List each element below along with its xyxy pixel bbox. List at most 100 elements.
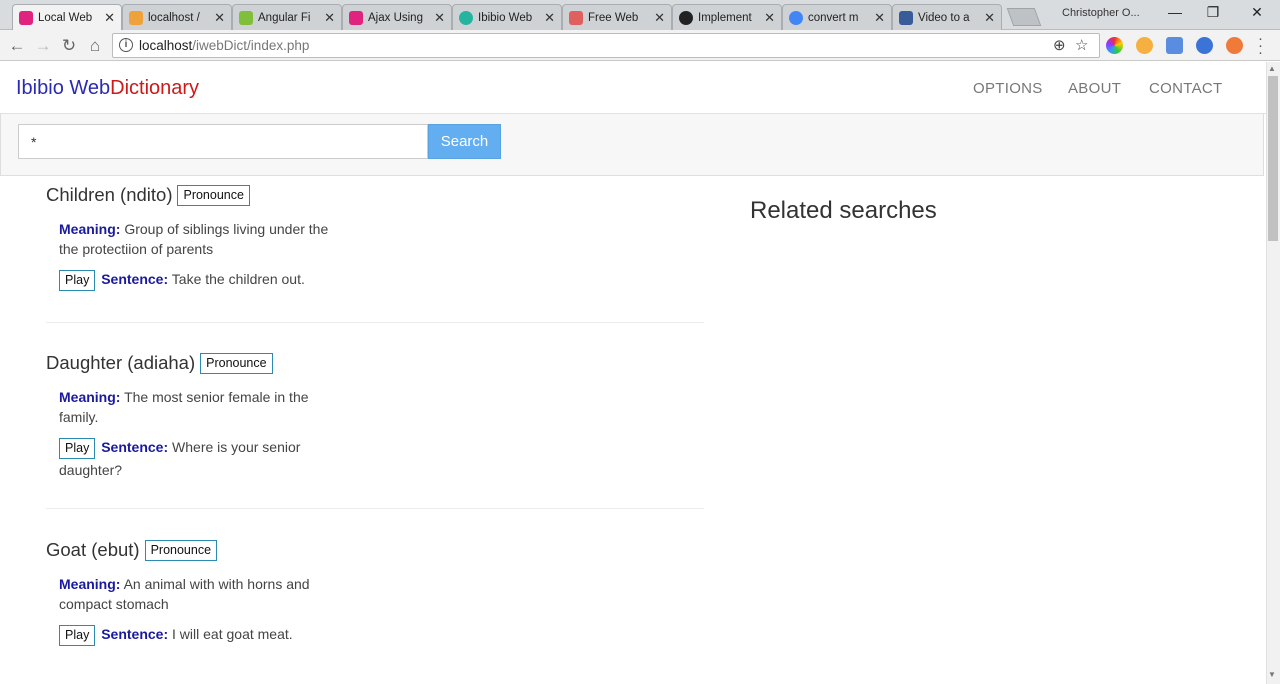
entry-word: Daughter (adiaha) — [46, 352, 196, 373]
tab-title: Video to a — [918, 11, 970, 24]
browser-tab[interactable]: Local Web ✕ — [12, 4, 122, 30]
browser-tabstrip: Local Web ✕ localhost / ✕ Angular Fi ✕ A… — [0, 0, 1280, 30]
browser-tab[interactable]: Free Web ✕ — [562, 4, 672, 30]
pronounce-button[interactable]: Pronounce — [144, 539, 218, 561]
close-icon[interactable]: ✕ — [214, 10, 225, 26]
brand-part1: Ibibio Web — [16, 77, 111, 99]
tab-favicon-icon — [239, 10, 253, 25]
web-page: Ibibio WebDictionary OPTIONS ABOUT CONTA… — [0, 62, 1266, 684]
home-icon[interactable]: ⌂ — [84, 35, 106, 57]
address-bar[interactable]: i localhost/iwebDict/index.php ⊕ ☆ — [112, 33, 1100, 58]
sentence-text: I will eat goat meat. — [172, 626, 293, 642]
tab-favicon-icon — [19, 10, 33, 25]
tab-favicon-icon — [459, 10, 473, 25]
tab-title: Implement — [698, 11, 752, 24]
sentence-text: Take the children out. — [171, 271, 305, 287]
browser-tab[interactable]: convert m ✕ — [782, 4, 892, 30]
entry-sentence: Play Sentence: Where is your senior daug… — [59, 436, 329, 481]
close-icon[interactable]: ✕ — [984, 10, 995, 26]
entry-heading: Children (ndito) Pronounce — [46, 184, 706, 206]
close-icon[interactable]: ✕ — [324, 10, 335, 26]
new-tab-button[interactable] — [1006, 8, 1042, 26]
tab-title: Free Web — [588, 11, 639, 24]
tools-extension-icon[interactable] — [1226, 37, 1243, 54]
tab-favicon-icon — [569, 10, 583, 25]
close-icon[interactable]: ✕ — [434, 10, 445, 26]
meaning-label: Meaning: — [59, 389, 121, 405]
meaning-label: Meaning: — [59, 221, 121, 237]
entry-sentence: Play Sentence: Take the children out. — [59, 268, 329, 291]
profile-name[interactable]: Christopher O... — [1062, 7, 1140, 19]
entry-meaning: Meaning: Group of siblings living under … — [59, 219, 349, 259]
close-icon[interactable]: ✕ — [104, 10, 115, 26]
reload-icon[interactable]: ↻ — [58, 35, 80, 57]
tab-title: Ibibio Web — [478, 11, 533, 24]
google-icon — [789, 10, 803, 25]
color-picker-extension-icon[interactable] — [1106, 37, 1123, 54]
back-icon[interactable]: ← — [6, 35, 28, 57]
browser-tab[interactable]: localhost / ✕ — [122, 4, 232, 30]
browser-toolbar: ← → ↻ ⌂ i localhost/iwebDict/index.php ⊕… — [0, 30, 1280, 61]
play-button[interactable]: Play — [59, 270, 96, 291]
tab-title: Local Web — [38, 11, 93, 24]
browser-tab[interactable]: Angular Fi ✕ — [232, 4, 342, 30]
close-icon[interactable]: ✕ — [544, 10, 555, 26]
browser-tab[interactable]: Ibibio Web ✕ — [452, 4, 562, 30]
forward-icon[interactable]: → — [32, 35, 54, 57]
site-brand[interactable]: Ibibio WebDictionary — [16, 77, 199, 100]
translate-extension-icon[interactable] — [1166, 37, 1183, 54]
entry-meaning: Meaning: An animal with with horns and c… — [59, 574, 349, 614]
tab-favicon-icon — [899, 10, 913, 25]
nav-link-options[interactable]: OPTIONS — [973, 80, 1043, 97]
browser-tab[interactable]: Implement ✕ — [672, 4, 782, 30]
pronounce-button[interactable]: Pronounce — [177, 184, 250, 206]
close-icon[interactable]: ✕ — [874, 10, 885, 26]
address-url: localhost/iwebDict/index.php — [139, 38, 309, 53]
sentence-label: Sentence: — [101, 626, 169, 642]
entry-meaning: Meaning: The most senior female in the f… — [59, 387, 349, 427]
github-icon — [679, 10, 693, 25]
nav-link-about[interactable]: ABOUT — [1068, 80, 1121, 97]
scroll-up-icon[interactable]: ▲ — [1268, 64, 1276, 73]
brand-part2: Dictionary — [110, 77, 200, 99]
info-icon[interactable]: i — [119, 38, 133, 52]
tab-title: Angular Fi — [258, 11, 311, 24]
restore-icon[interactable]: ❐ — [1190, 4, 1236, 21]
shield-extension-icon[interactable] — [1196, 37, 1213, 54]
search-bar: Search — [0, 114, 1264, 176]
dictionary-entry: Daughter (adiaha) Pronounce Meaning: The… — [46, 352, 706, 481]
emoji-extension-icon[interactable] — [1136, 37, 1153, 54]
site-navbar: Ibibio WebDictionary OPTIONS ABOUT CONTA… — [0, 62, 1266, 114]
window-close-icon[interactable]: ✕ — [1234, 4, 1280, 21]
close-icon[interactable]: ✕ — [764, 10, 775, 26]
sentence-label: Sentence: — [101, 439, 169, 455]
browser-tab[interactable]: Ajax Using ✕ — [342, 4, 452, 30]
url-path: /iwebDict/index.php — [192, 38, 310, 53]
close-icon[interactable]: ✕ — [654, 10, 665, 26]
entry-heading: Goat (ebut) Pronounce — [46, 539, 706, 561]
menu-icon[interactable]: · · · — [1258, 31, 1263, 60]
entry-word: Goat (ebut) — [46, 539, 140, 560]
entry-divider — [46, 508, 704, 509]
play-button[interactable]: Play — [59, 438, 96, 459]
tab-title: localhost / — [148, 11, 200, 24]
entry-divider — [46, 322, 704, 323]
play-button[interactable]: Play — [59, 625, 96, 646]
nav-link-contact[interactable]: CONTACT — [1149, 80, 1222, 97]
zoom-icon[interactable]: ⊕ — [1053, 36, 1066, 54]
dictionary-entry: Goat (ebut) Pronounce Meaning: An animal… — [46, 539, 706, 646]
star-icon[interactable]: ☆ — [1075, 36, 1088, 54]
pronounce-button[interactable]: Pronounce — [200, 352, 273, 374]
tab-favicon-icon — [129, 10, 143, 25]
scrollbar-thumb[interactable] — [1268, 76, 1278, 241]
url-host: localhost — [139, 38, 193, 53]
search-input[interactable] — [18, 124, 428, 159]
entry-sentence: Play Sentence: I will eat goat meat. — [59, 623, 329, 646]
tab-title: Ajax Using — [368, 11, 423, 24]
dictionary-entry: Children (ndito) Pronounce Meaning: Grou… — [46, 184, 706, 291]
search-button[interactable]: Search — [428, 124, 501, 159]
tab-title: convert m — [808, 11, 859, 24]
browser-tab[interactable]: Video to a ✕ — [892, 4, 1002, 30]
scroll-down-icon[interactable]: ▼ — [1268, 670, 1276, 679]
sentence-label: Sentence: — [101, 271, 169, 287]
